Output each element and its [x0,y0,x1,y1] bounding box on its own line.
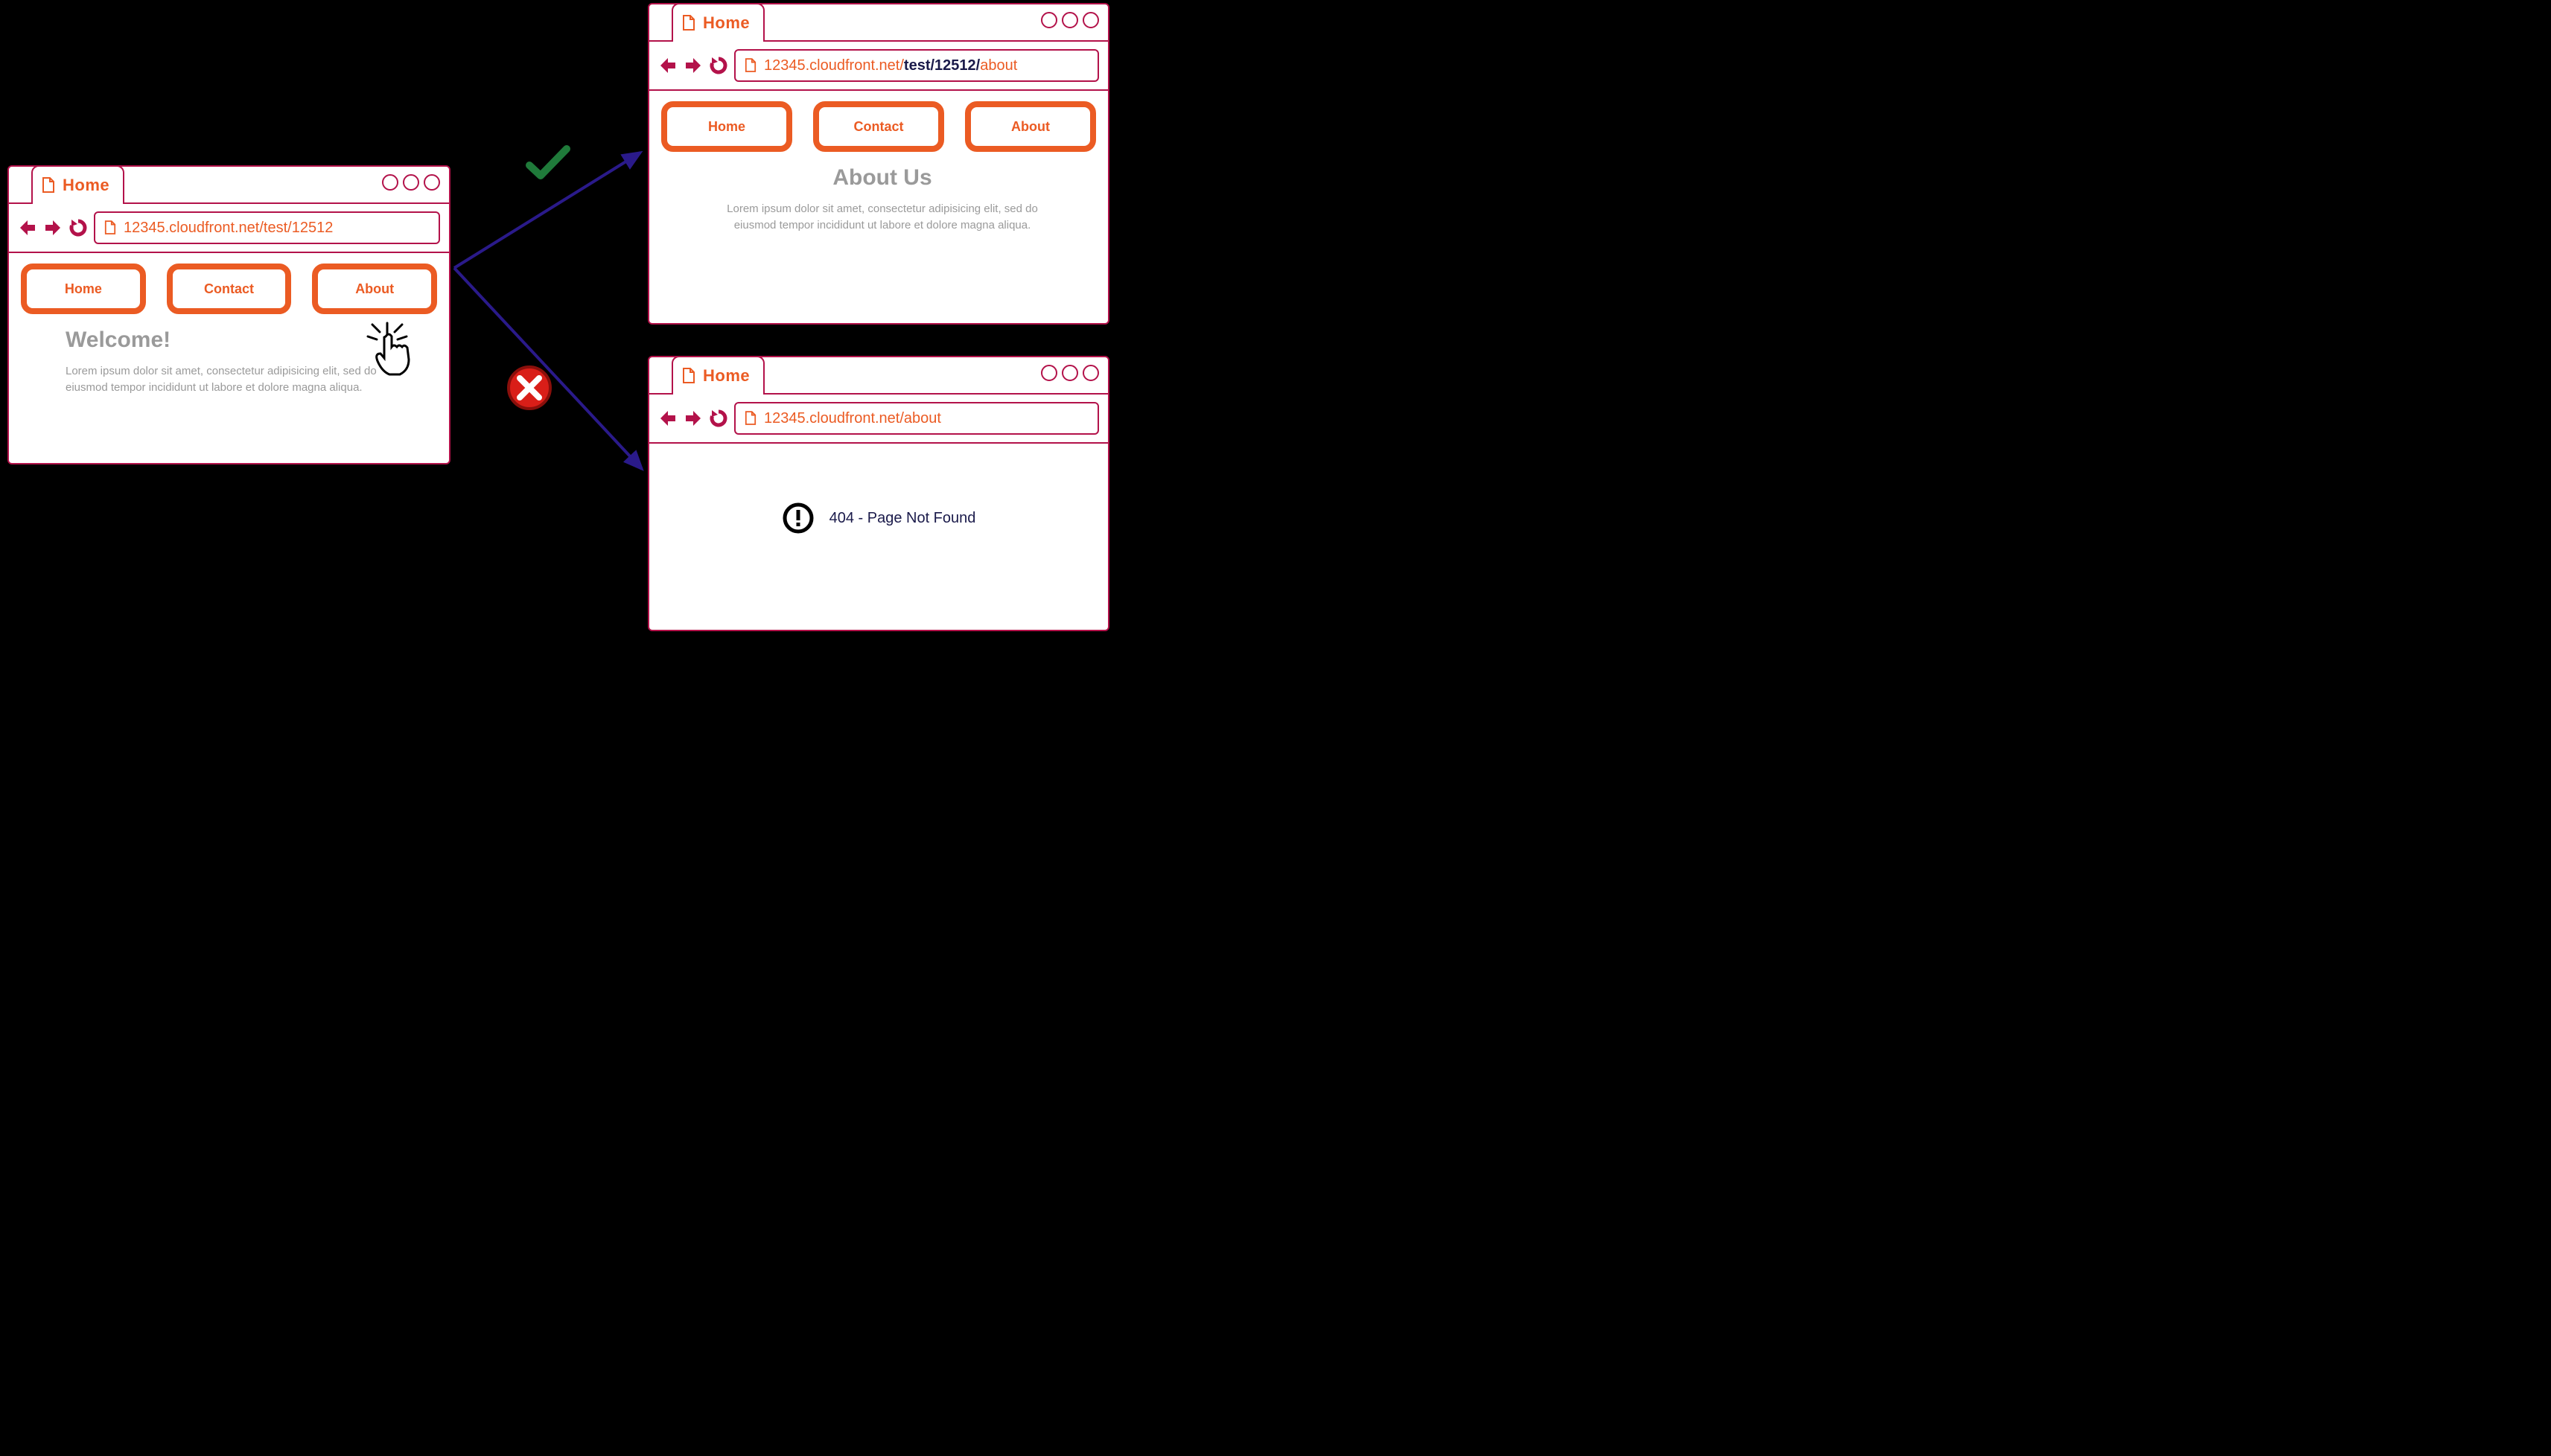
page-icon [745,411,757,426]
url-input[interactable]: 12345.cloudfront.net/test/12512 [94,211,440,244]
window-controls [1041,12,1099,28]
address-bar: 12345.cloudfront.net/test/12512/about [649,42,1108,91]
nav-home-button[interactable]: Home [21,264,146,314]
window-control-min[interactable] [382,174,398,191]
page-body-text: Lorem ipsum dolor sit amet, consectetur … [706,201,1059,234]
tab-label: Home [703,13,750,33]
page-icon [682,368,695,384]
browser-window-success: Home 12345.cloudfront.net/test/12512/abo… [648,3,1109,325]
tab-home[interactable]: Home [672,356,765,395]
browser-window-source: Home 12345.cloudfront.net/test/12512 Hom… [7,165,450,464]
back-icon[interactable] [18,218,37,237]
nav-contact-button[interactable]: Contact [813,101,944,152]
nav-about-button[interactable]: About [965,101,1096,152]
page-heading: Welcome! [66,328,400,353]
window-control-close[interactable] [424,174,440,191]
page-icon [104,220,116,235]
window-controls [382,174,440,191]
x-mark-icon [506,365,552,411]
nav-contact-button[interactable]: Contact [167,264,292,314]
page-content: Home Contact About Welcome! Lorem ipsum … [9,253,449,414]
forward-icon[interactable] [684,409,703,428]
page-icon [682,15,695,31]
window-control-min[interactable] [1041,12,1057,28]
browser-window-failure: Home 12345.cloudfront.net/about 404 - Pa… [648,356,1109,631]
forward-icon[interactable] [43,218,63,237]
nav-home-button[interactable]: Home [661,101,792,152]
address-bar: 12345.cloudfront.net/test/12512 [9,204,449,253]
address-bar: 12345.cloudfront.net/about [649,395,1108,444]
nav-about-button[interactable]: About [312,264,437,314]
url-text: 12345.cloudfront.net/test/12512/about [764,57,1017,74]
page-heading: About Us [706,165,1059,191]
back-icon[interactable] [658,409,678,428]
error-text: 404 - Page Not Found [829,510,976,527]
tab-label: Home [703,366,750,386]
checkmark-icon [526,144,570,182]
forward-icon[interactable] [684,56,703,75]
tab-bar: Home [9,167,449,204]
reload-icon[interactable] [709,56,728,75]
page-body-text: Lorem ipsum dolor sit amet, consectetur … [66,363,400,396]
page-icon [745,58,757,73]
window-control-close[interactable] [1083,12,1099,28]
url-text: 12345.cloudfront.net/about [764,410,941,427]
window-controls [1041,365,1099,381]
url-input[interactable]: 12345.cloudfront.net/test/12512/about [734,49,1099,82]
window-control-max[interactable] [1062,12,1078,28]
reload-icon[interactable] [69,218,88,237]
window-control-max[interactable] [1062,365,1078,381]
tab-home[interactable]: Home [672,3,765,42]
back-icon[interactable] [658,56,678,75]
url-text: 12345.cloudfront.net/test/12512 [124,220,333,237]
page-icon [42,177,55,194]
url-input[interactable]: 12345.cloudfront.net/about [734,402,1099,435]
window-control-max[interactable] [403,174,419,191]
tab-bar: Home [649,357,1108,395]
page-content: 404 - Page Not Found [649,444,1108,593]
warning-icon [782,502,815,534]
tab-label: Home [63,176,109,195]
reload-icon[interactable] [709,409,728,428]
tab-bar: Home [649,4,1108,42]
window-control-min[interactable] [1041,365,1057,381]
tab-home[interactable]: Home [31,165,124,204]
page-content: Home Contact About About Us Lorem ipsum … [649,91,1108,252]
window-control-close[interactable] [1083,365,1099,381]
